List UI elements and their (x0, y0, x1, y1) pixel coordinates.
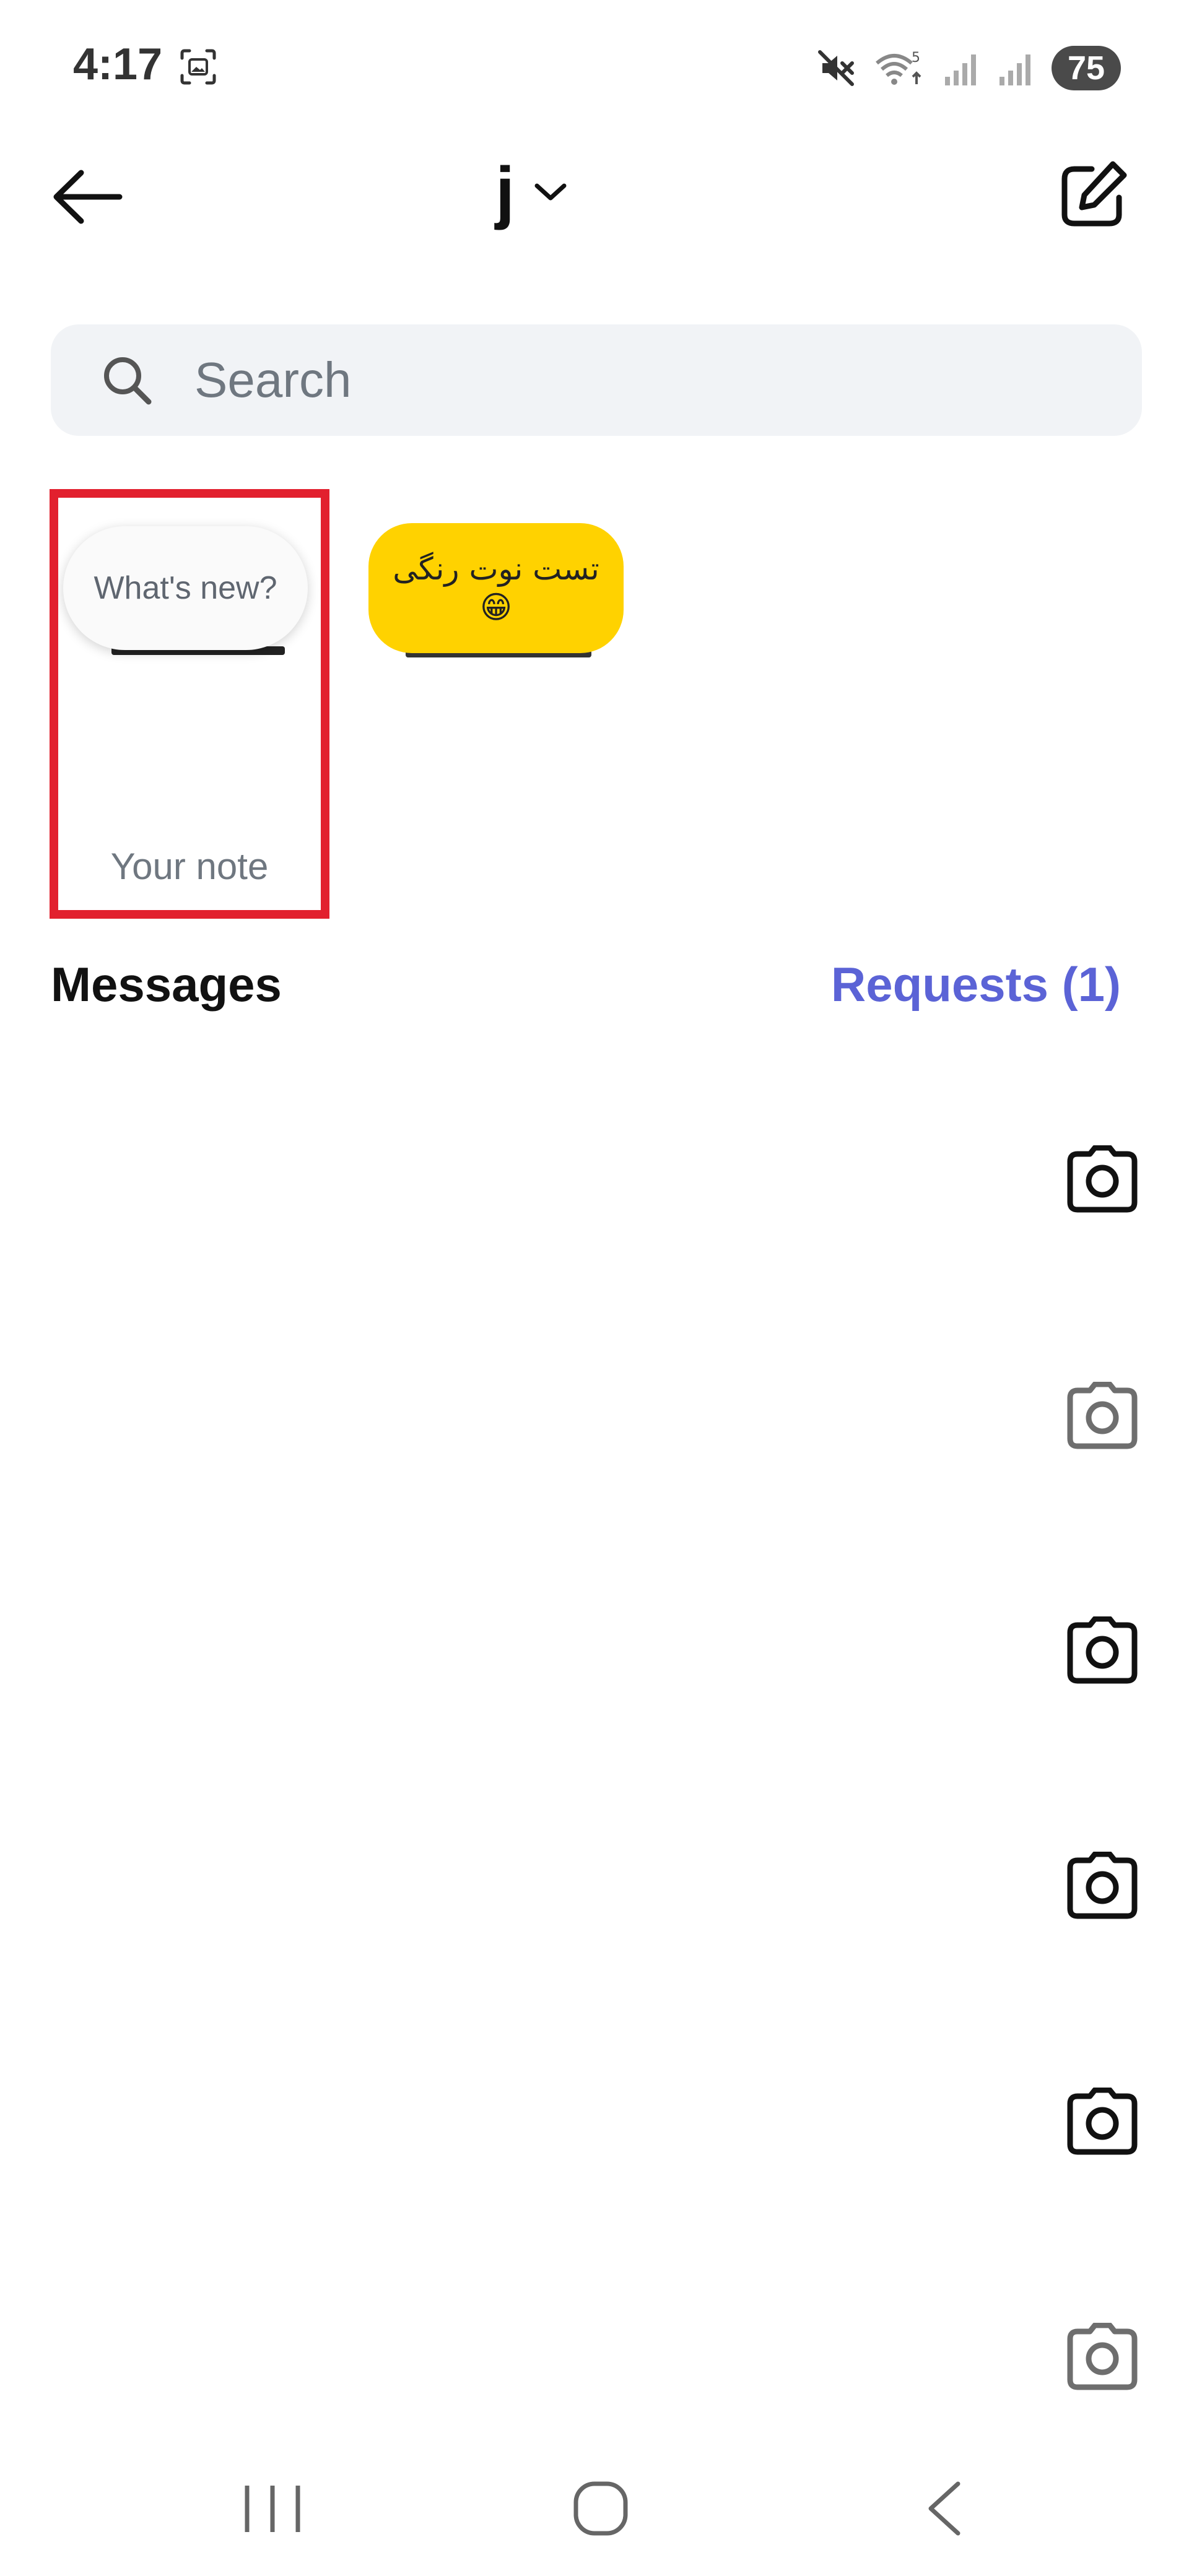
camera-icon (1067, 1852, 1138, 1919)
status-time: 4:17 (73, 40, 163, 89)
camera-button[interactable] (1062, 1376, 1143, 1456)
back-arrow-icon (53, 170, 122, 223)
recent-apps-button[interactable] (238, 2479, 307, 2538)
camera-button[interactable] (1062, 1139, 1143, 1220)
mute-icon (818, 50, 854, 86)
svg-text:5: 5 (912, 50, 920, 66)
camera-icon (1067, 1145, 1138, 1213)
camera-icon (1067, 2088, 1138, 2155)
nav-back-button[interactable] (920, 2478, 969, 2539)
camera-icon (1067, 1616, 1138, 1684)
home-button[interactable] (570, 2478, 632, 2539)
signal-icon (945, 54, 976, 85)
camera-icon (1067, 1382, 1138, 1449)
requests-link[interactable]: Requests (1) (831, 956, 1121, 1013)
search-bar[interactable] (51, 324, 1142, 436)
friend-note-text: تست نوت رنگی (393, 550, 599, 587)
friend-note-bubble[interactable]: تست نوت رنگی 😁 (368, 523, 624, 653)
search-input[interactable] (193, 351, 1063, 409)
compose-button[interactable] (1053, 155, 1133, 235)
camera-button[interactable] (1062, 1845, 1143, 1926)
chevron-down-icon (534, 183, 567, 201)
account-name: j (495, 153, 515, 230)
camera-button[interactable] (1062, 2081, 1143, 2162)
camera-icon (1067, 2323, 1138, 2390)
friend-note-emoji: 😁 (479, 589, 513, 625)
compose-icon (1061, 161, 1127, 227)
camera-button[interactable] (1062, 2317, 1143, 2397)
selection-highlight (50, 489, 329, 919)
screenshot-icon (180, 49, 216, 85)
camera-button[interactable] (1062, 1610, 1143, 1691)
account-switcher[interactable]: j (495, 145, 568, 238)
back-button[interactable] (48, 158, 126, 235)
messages-heading: Messages (51, 957, 282, 1012)
search-icon (104, 357, 152, 405)
status-icons: 5 75 (816, 43, 1121, 93)
wifi-icon: 5 (876, 50, 921, 85)
battery-indicator: 75 (1052, 46, 1121, 90)
signal-icon (1000, 54, 1030, 85)
